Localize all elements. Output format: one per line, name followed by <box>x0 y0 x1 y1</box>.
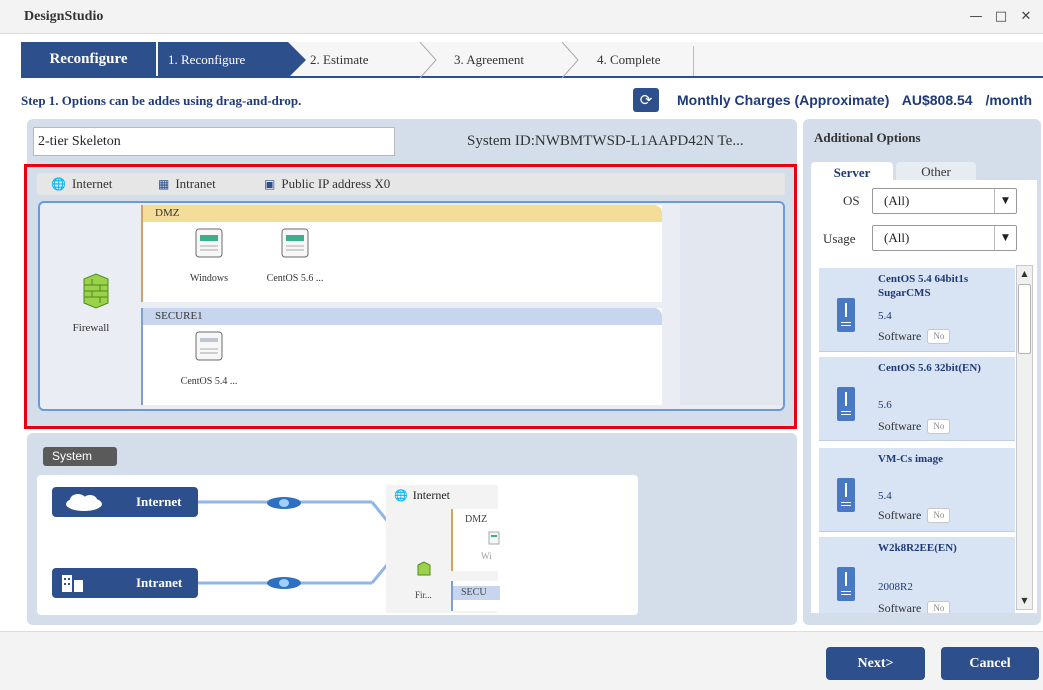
cancel-button[interactable]: Cancel <box>941 647 1039 680</box>
system-map[interactable]: Internet Intranet 🌐 Internet DMZ Wi SECU … <box>37 475 638 615</box>
chevron-separator-icon <box>419 42 437 78</box>
monthly-charges-unit: /month <box>985 92 1033 108</box>
option-software: Software No <box>878 329 951 344</box>
scrollbar-thumb[interactable] <box>1018 284 1031 354</box>
chevron-down-icon[interactable]: ▼ <box>994 189 1016 213</box>
building-icon <box>62 575 83 592</box>
mini-secure-label: SECU <box>461 587 487 598</box>
option-card[interactable]: CentOS 5.4 64bit1s SugarCMS 5.4 Software… <box>819 268 1015 352</box>
mini-internet-label: Internet <box>412 488 451 502</box>
option-software: Software No <box>878 419 951 434</box>
chevron-down-icon[interactable]: ▼ <box>994 226 1016 250</box>
system-name-input[interactable] <box>33 127 395 156</box>
wizard-step-2[interactable]: 2. Estimate <box>310 42 369 78</box>
option-version: 5.4 <box>878 490 892 502</box>
intranet-node[interactable]: Intranet <box>52 568 198 598</box>
server-rack-icon <box>837 298 855 332</box>
connector-icon[interactable] <box>265 575 303 591</box>
additional-options-title: Additional Options <box>814 130 921 145</box>
next-button[interactable]: Next> <box>826 647 925 680</box>
wizard-nav: Reconfigure 1. Reconfigure 2. Estimate 3… <box>21 42 1043 78</box>
monthly-charges: Monthly Charges (Approximate) AU$808.54 … <box>677 92 1041 108</box>
system-id-label: System ID:NWBMTWSD-L1AAPD42N Te... <box>467 133 744 149</box>
option-software: Software No <box>878 508 951 523</box>
usage-filter-value: (All) <box>884 230 910 245</box>
software-badge: No <box>927 601 951 613</box>
firewall-icon <box>417 561 431 576</box>
server-rack-icon <box>837 567 855 601</box>
software-label: Software <box>878 329 922 343</box>
os-filter-label: OS <box>843 193 860 208</box>
chevron-separator-icon <box>561 42 579 78</box>
mini-firewall-label: Fir... <box>415 590 432 600</box>
wizard-divider <box>693 46 694 76</box>
cloud-icon <box>66 494 102 511</box>
internet-node-label: Internet <box>136 494 182 509</box>
highlight-box <box>24 164 797 429</box>
connector-icon[interactable] <box>265 495 303 511</box>
wizard-home-label: Reconfigure <box>21 42 156 78</box>
option-name: CentOS 5.4 64bit1s SugarCMS <box>878 273 969 299</box>
mini-windows-label: Wi <box>481 551 492 561</box>
software-badge: No <box>927 419 951 434</box>
server-rack-icon <box>837 387 855 421</box>
server-rack-icon <box>837 478 855 512</box>
option-name: VM-Cs image <box>878 453 944 465</box>
monthly-charges-amount: AU$808.54 <box>901 92 973 108</box>
mini-dmz-label: DMZ <box>465 514 488 525</box>
option-software: Software No <box>878 601 951 613</box>
refresh-icon[interactable]: ⟳ <box>633 88 659 112</box>
scroll-up-icon[interactable]: ▲ <box>1016 265 1033 282</box>
internet-node[interactable]: Internet <box>52 487 198 517</box>
system-badge: System <box>43 447 117 466</box>
os-filter-select[interactable]: (All) ▼ <box>872 188 1017 214</box>
server-options-list[interactable]: CentOS 5.4 64bit1s SugarCMS 5.4 Software… <box>811 258 1037 613</box>
title-bar: DesignStudio — □ ✕ <box>0 0 1043 34</box>
option-name: CentOS 5.6 32bit(EN) <box>878 362 981 374</box>
monthly-charges-label: Monthly Charges (Approximate) <box>677 92 890 108</box>
globe-icon: 🌐 <box>394 489 408 502</box>
option-card[interactable]: VM-Cs image 5.4 Software No <box>819 448 1015 532</box>
software-label: Software <box>878 508 922 522</box>
usage-filter-select[interactable]: (All) ▼ <box>872 225 1017 251</box>
wizard-step-4[interactable]: 4. Complete <box>597 42 661 78</box>
app-title: DesignStudio <box>24 9 104 24</box>
scroll-down-icon[interactable]: ▼ <box>1016 592 1033 609</box>
option-version: 2008R2 <box>878 581 913 593</box>
option-card[interactable]: CentOS 5.6 32bit(EN) 5.6 Software No <box>819 357 1015 441</box>
server-icon <box>488 531 500 545</box>
wizard-step-1[interactable]: 1. Reconfigure <box>158 42 306 78</box>
usage-filter-label: Usage <box>823 231 856 246</box>
mini-internet-tab: 🌐 Internet <box>394 488 450 503</box>
tab-other[interactable]: Other <box>896 162 976 182</box>
software-badge: No <box>927 329 951 344</box>
maximize-icon[interactable]: □ <box>991 7 1011 27</box>
mini-zone-dmz: DMZ Wi <box>451 509 500 571</box>
option-name: W2k8R2EE(EN) <box>878 542 957 554</box>
os-filter-value: (All) <box>884 193 910 208</box>
software-label: Software <box>878 419 922 433</box>
option-version: 5.6 <box>878 399 892 411</box>
minimize-icon[interactable]: — <box>966 7 986 27</box>
option-version: 5.4 <box>878 310 892 322</box>
software-label: Software <box>878 601 922 613</box>
step-instruction: Step 1. Options can be addes using drag-… <box>21 93 302 108</box>
close-icon[interactable]: ✕ <box>1016 7 1036 27</box>
mini-zone-secure: SECU <box>451 581 500 611</box>
option-card[interactable]: W2k8R2EE(EN) 2008R2 Software No <box>819 537 1015 613</box>
wizard-step-3[interactable]: 3. Agreement <box>454 42 524 78</box>
mini-system-preview: 🌐 Internet DMZ Wi SECU Fir... <box>386 485 500 613</box>
intranet-node-label: Intranet <box>136 575 183 590</box>
software-badge: No <box>927 508 951 523</box>
